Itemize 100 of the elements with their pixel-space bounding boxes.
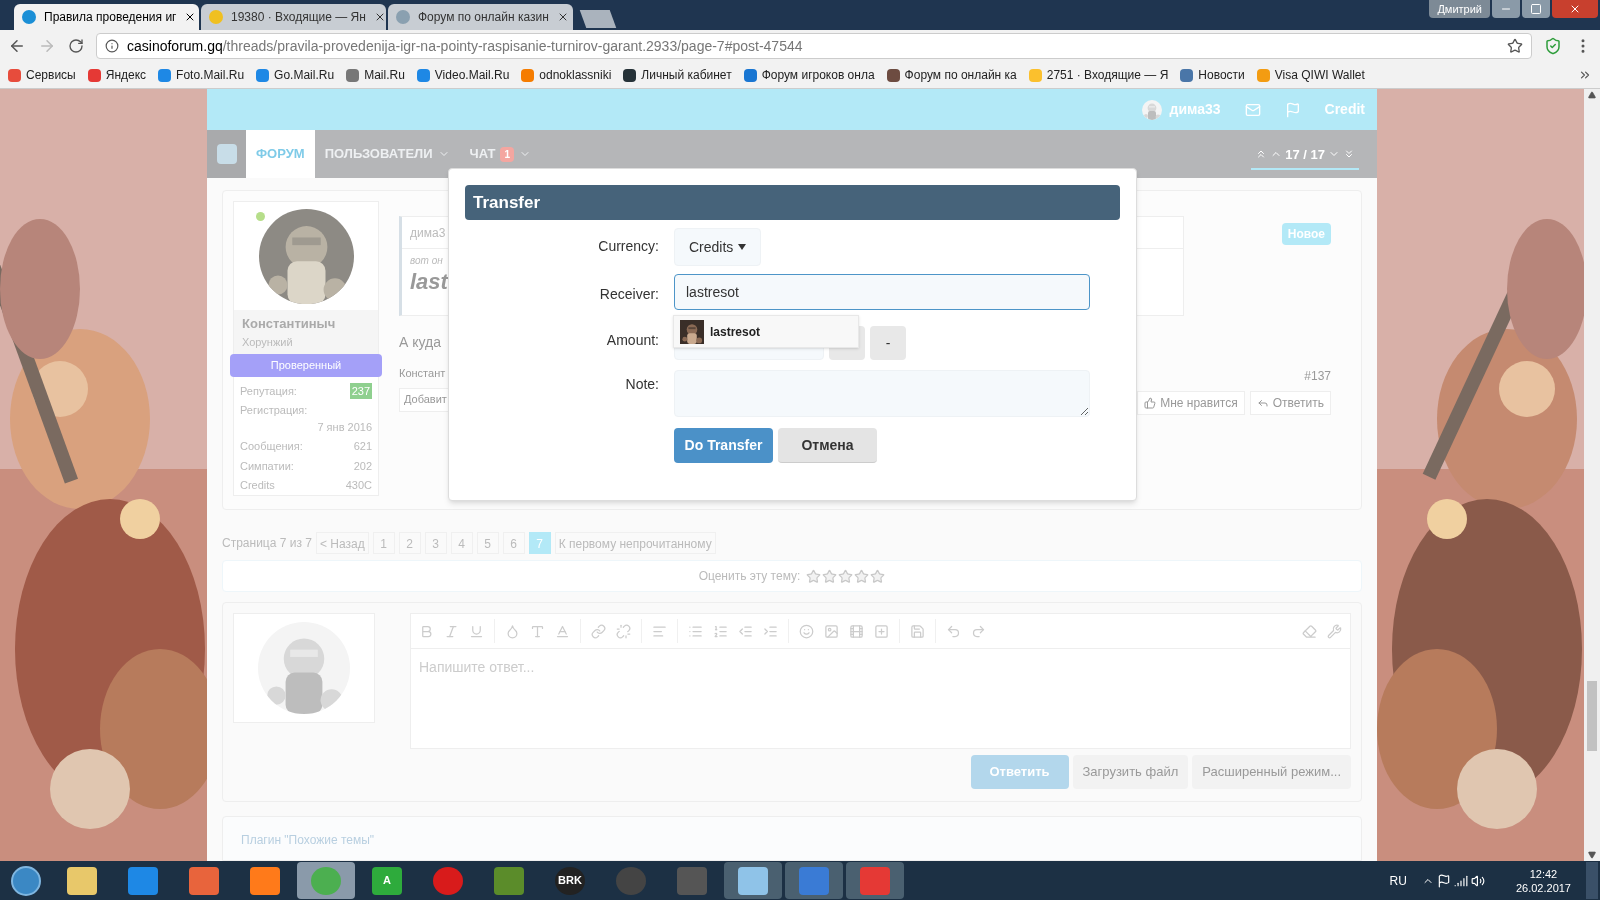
new-tab-button[interactable] <box>579 10 617 28</box>
bookmark[interactable]: Go.Mail.Ru <box>256 66 335 84</box>
author-name[interactable]: Константиныч <box>242 314 370 334</box>
page-link[interactable]: 4 <box>450 532 473 554</box>
browser-tab[interactable]: Форум по онлайн казин <box>388 4 573 30</box>
address-bar[interactable]: casinoforum.gq/threads/pravila-provedenija-igr-na-pointy-raspisanie-turnirov-garant.2933/page-7#post-47544 <box>96 33 1532 59</box>
logo-icon[interactable] <box>207 130 246 178</box>
bookmark[interactable]: Visa QIWI Wallet <box>1256 66 1365 84</box>
flag-icon[interactable] <box>1436 873 1451 888</box>
page-link[interactable]: 3 <box>424 532 447 554</box>
prev-page-link[interactable]: < Назад <box>315 532 369 554</box>
reload-icon[interactable] <box>68 38 84 54</box>
bookmark[interactable]: odnoklassniki <box>521 66 612 84</box>
note-field[interactable] <box>674 370 1090 417</box>
receiver-field[interactable]: lastresot <box>674 274 1090 310</box>
unlink-icon[interactable] <box>616 623 631 639</box>
page-link[interactable]: 1 <box>372 532 395 554</box>
close-icon <box>1569 3 1581 15</box>
mail-icon[interactable] <box>1244 101 1261 118</box>
user-badge: Проверенный <box>230 354 382 377</box>
cancel-button[interactable]: Отмена <box>778 428 877 463</box>
scroll-down-icon[interactable] <box>1588 851 1596 859</box>
scroll-thumb[interactable] <box>1587 681 1597 751</box>
taskbar-app[interactable] <box>724 862 782 899</box>
film-icon[interactable] <box>849 623 864 639</box>
bookmark[interactable]: Mail.Ru <box>346 66 405 84</box>
underline-icon[interactable] <box>469 623 484 639</box>
image-icon[interactable] <box>824 623 839 639</box>
bookmark[interactable]: Яндекс <box>87 66 147 84</box>
bookmark[interactable]: 2751 · Входящие — Я <box>1028 66 1169 84</box>
volume-icon[interactable] <box>1470 873 1485 888</box>
like-button[interactable]: Мне нравится <box>1137 391 1245 415</box>
transfer-button[interactable]: Do Transfer <box>674 428 773 463</box>
taskbar-app[interactable]: BRK <box>541 862 599 899</box>
quote-author[interactable]: дима3 <box>410 223 446 242</box>
page-link[interactable]: 6 <box>502 532 525 554</box>
indent-icon[interactable] <box>763 623 778 639</box>
wrench-icon[interactable] <box>1327 623 1342 639</box>
undo-icon[interactable] <box>946 623 961 639</box>
post-number[interactable]: #137 <box>1304 367 1331 385</box>
field-label: Note: <box>624 375 659 394</box>
add-button[interactable]: Добавит <box>399 387 449 412</box>
scroll-up-icon[interactable] <box>1588 91 1596 99</box>
signal-icon[interactable] <box>1453 873 1468 888</box>
forward-icon[interactable] <box>38 37 56 55</box>
bookmark[interactable]: Новости <box>1180 66 1245 84</box>
autocomplete-menu[interactable]: lastresot <box>673 315 859 348</box>
taskbar-app[interactable]: A <box>358 862 416 899</box>
bookmark-favicon-icon <box>521 68 535 82</box>
bookmark[interactable]: Форум игроков онла <box>743 66 875 84</box>
bullet-list-icon[interactable] <box>688 623 703 639</box>
nav-tab[interactable]: ЧАТ 1 <box>459 130 541 178</box>
save-icon[interactable] <box>910 623 925 639</box>
page-link[interactable]: 5 <box>476 532 499 554</box>
editor-button[interactable]: Загрузить файл <box>1072 755 1189 789</box>
minus-button[interactable]: - <box>870 326 906 360</box>
language-indicator[interactable]: RU <box>1389 871 1407 890</box>
info-icon[interactable] <box>105 39 119 53</box>
plus-square-icon[interactable] <box>874 623 889 639</box>
nav-tab[interactable]: ФОРУМ <box>246 130 315 178</box>
page-link[interactable]: 2 <box>398 532 421 554</box>
scrollbar[interactable] <box>1584 89 1600 861</box>
minimize-button[interactable] <box>1492 0 1520 18</box>
link-icon[interactable] <box>591 623 606 639</box>
smiley-icon[interactable] <box>799 623 814 639</box>
italic-icon[interactable] <box>444 623 459 639</box>
maximize-button[interactable] <box>1522 0 1550 18</box>
currency-select[interactable]: Credits <box>674 228 761 266</box>
reply-button[interactable]: Ответить <box>1249 391 1331 415</box>
font-icon[interactable] <box>555 623 570 639</box>
eraser-icon[interactable] <box>1302 623 1317 639</box>
more-bookmarks-icon[interactable] <box>1578 68 1592 82</box>
droplet-icon[interactable] <box>505 623 520 639</box>
bookmark[interactable]: Video.Mail.Ru <box>416 66 510 84</box>
nav-tab[interactable]: ПОЛЬЗОВАТЕЛИ <box>314 130 460 178</box>
bold-icon[interactable] <box>419 623 434 639</box>
shield-icon[interactable] <box>1544 37 1562 55</box>
stat-value: 237 <box>349 382 372 399</box>
redo-icon[interactable] <box>971 623 986 639</box>
new-badge: Новое <box>1281 223 1331 245</box>
bookmark-star-icon[interactable] <box>1507 38 1523 54</box>
numbered-list-icon[interactable] <box>713 623 728 639</box>
browser-tab[interactable]: Правила проведения иг <box>14 4 199 30</box>
browser-tab[interactable]: 19380 · Входящие — Ян <box>201 4 386 30</box>
bookmark[interactable]: Сервисы <box>8 66 76 84</box>
editor-button[interactable]: Расширенный режим... <box>1192 755 1351 789</box>
stat-label: Репутация: <box>240 383 297 399</box>
stat-value: 621 <box>353 439 372 454</box>
bookmark-favicon-icon <box>1256 68 1270 82</box>
bookmark[interactable]: Личный кабинет <box>623 66 732 84</box>
text-size-icon[interactable] <box>530 623 545 639</box>
align-icon[interactable] <box>652 623 667 639</box>
unread-link[interactable]: К первому непрочитанному <box>554 532 716 554</box>
clock[interactable]: 12:42 26.02.2017 <box>1503 866 1583 895</box>
bookmark[interactable]: Foto.Mail.Ru <box>158 66 245 84</box>
outdent-icon[interactable] <box>738 623 753 639</box>
bookmark[interactable]: Форум по онлайн ка <box>886 66 1017 84</box>
bookmark-favicon-icon <box>158 68 172 82</box>
back-icon[interactable] <box>8 37 26 55</box>
stat-label: Credits <box>240 478 275 493</box>
